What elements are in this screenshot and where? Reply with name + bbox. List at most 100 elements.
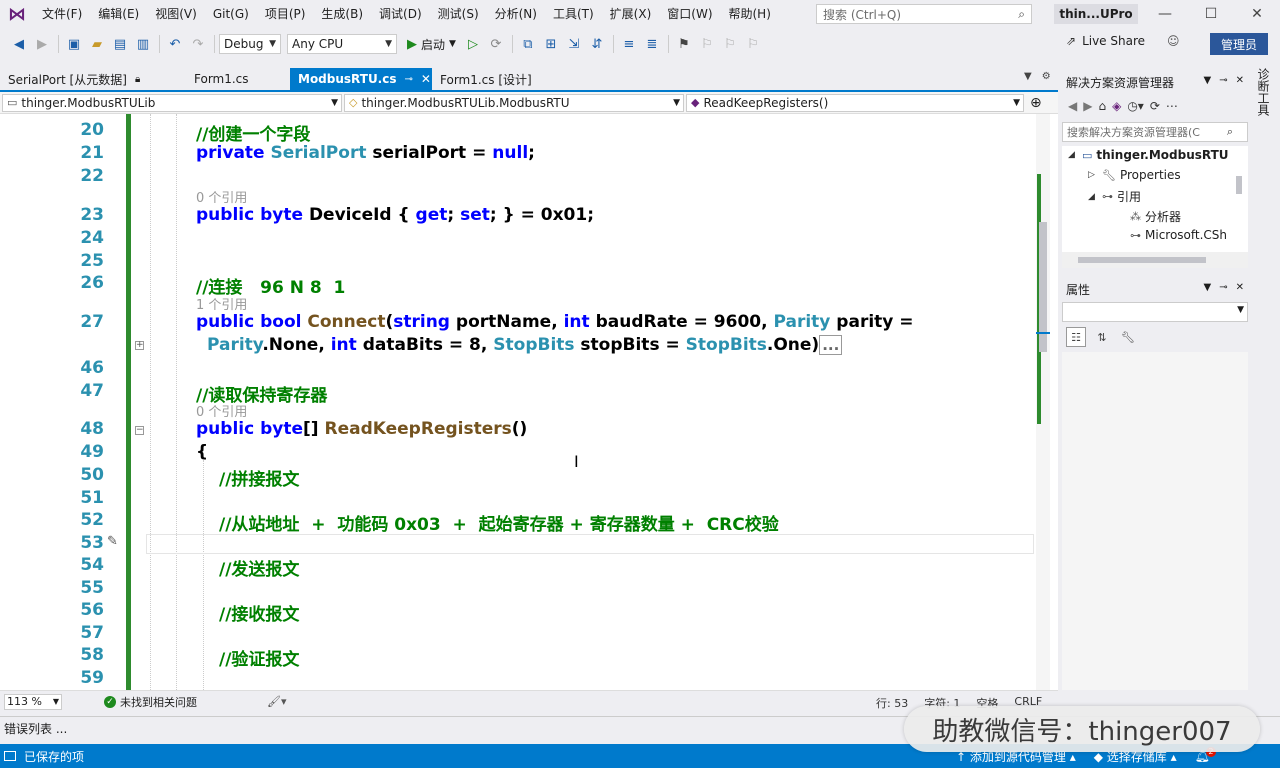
project-dropdown[interactable]: ▭ thinger.ModbusRTULib ▼ — [2, 93, 342, 112]
tab-serialport[interactable]: SerialPort [从元数据] 🔒︎ — [0, 68, 186, 90]
tab-form1-designer[interactable]: Form1.cs [设计] — [432, 68, 562, 90]
feedback-icon[interactable]: ☺ — [1167, 34, 1180, 48]
tree-item-references[interactable]: ◢ ⊶ 引用 — [1088, 188, 1141, 205]
navigate-forward-icon[interactable]: ▶ — [31, 33, 53, 55]
switch-views-icon[interactable]: ◈ — [1112, 99, 1121, 113]
refresh-icon[interactable]: ⟳ — [1150, 99, 1160, 113]
home-icon[interactable]: ⌂ — [1098, 99, 1106, 113]
open-folder-icon[interactable]: ▰ — [86, 33, 108, 55]
close-icon[interactable]: ✕ — [1234, 0, 1280, 28]
tree-item-project[interactable]: ◢ ▭ thinger.ModbusRTU — [1068, 148, 1229, 162]
configuration-select[interactable]: Debug ▼ — [219, 34, 281, 54]
pin-icon[interactable]: ⊸ — [1219, 282, 1227, 293]
menu-file[interactable]: 文件(F) — [34, 0, 90, 28]
maximize-icon[interactable]: ☐ — [1188, 0, 1234, 28]
gear-icon[interactable]: ⚙ — [1042, 71, 1051, 82]
platform-select[interactable]: Any CPU ▼ — [287, 34, 397, 54]
step-icon[interactable]: ⇲ — [563, 33, 585, 55]
next-bookmark-icon[interactable]: ⚐ — [719, 33, 741, 55]
diagnostic-tools-tab[interactable]: 诊断工具 — [1256, 68, 1272, 128]
zoom-select[interactable]: 113 % ▼ — [4, 693, 62, 710]
codelens-references[interactable]: 0 个引用 — [196, 187, 247, 206]
chevron-down-icon[interactable]: ▼ — [1204, 282, 1212, 293]
undo-icon[interactable]: ↶ — [164, 33, 186, 55]
start-without-debug-icon[interactable]: ▷ — [462, 33, 484, 55]
scrollbar-thumb[interactable] — [1078, 257, 1206, 263]
property-pages-icon[interactable]: 🔧︎ — [1118, 327, 1138, 347]
codelens-references[interactable]: 0 个引用 — [196, 401, 247, 420]
collapse-icon[interactable]: ◢ — [1088, 192, 1102, 202]
expand-icon[interactable]: + — [135, 341, 144, 350]
bookmark-icon[interactable]: ⚑ — [673, 33, 695, 55]
menu-edit[interactable]: 编辑(E) — [90, 0, 147, 28]
new-project-icon[interactable]: ▣ — [63, 33, 85, 55]
issues-indicator[interactable]: ✓ 未找到相关问题 — [104, 694, 197, 710]
code-editor[interactable]: 20 21 22 23 24 25 26 27 46 47 48 49 50 5… — [0, 114, 1058, 690]
save-icon[interactable]: ▤ — [109, 33, 131, 55]
menu-build[interactable]: 生成(B) — [313, 0, 371, 28]
tab-modbusrtu[interactable]: ModbusRTU.cs ⊸ ✕ — [290, 68, 432, 90]
back-icon[interactable]: ◀ — [1068, 99, 1077, 113]
comment-icon[interactable]: ≡ — [618, 33, 640, 55]
history-icon[interactable]: ◷▾ — [1127, 99, 1144, 113]
collapsed-region[interactable]: ... — [819, 335, 843, 355]
solution-search-input[interactable]: 搜索解决方案资源管理器(C ⌕ — [1062, 122, 1248, 142]
tab-label: Form1.cs [设计] — [440, 72, 532, 87]
menu-git[interactable]: Git(G) — [205, 0, 257, 28]
menu-analyze[interactable]: 分析(N) — [487, 0, 545, 28]
editor-scrollbar[interactable] — [1036, 114, 1050, 690]
class-dropdown[interactable]: ◇ thinger.ModbusRTULib.ModbusRTU ▼ — [344, 93, 684, 112]
tab-form1[interactable]: Form1.cs — [186, 68, 290, 90]
layout-icon[interactable]: ⊞ — [540, 33, 562, 55]
close-icon[interactable]: ✕ — [421, 72, 431, 86]
start-debug-button[interactable]: ▶ 启动 ▼ — [407, 36, 456, 53]
menu-extensions[interactable]: 扩展(X) — [602, 0, 660, 28]
clear-bookmarks-icon[interactable]: ⚐ — [742, 33, 764, 55]
tree-scrollbar-thumb[interactable] — [1236, 176, 1242, 194]
collapse-icon[interactable]: ◢ — [1068, 150, 1082, 160]
tree-item-analyzers[interactable]: ⁂ 分析器 — [1116, 208, 1181, 225]
pin-icon[interactable]: ⊸ — [1219, 75, 1227, 86]
menu-window[interactable]: 窗口(W) — [659, 0, 720, 28]
prev-bookmark-icon[interactable]: ⚐ — [696, 33, 718, 55]
align-icon[interactable]: ⇵ — [586, 33, 608, 55]
menu-view[interactable]: 视图(V) — [147, 0, 205, 28]
browser-link-icon[interactable]: ⧉ — [517, 33, 539, 55]
member-dropdown[interactable]: ◆ ReadKeepRegisters() ▼ — [686, 93, 1024, 112]
close-icon[interactable]: ✕ — [1236, 282, 1244, 293]
properties-header: 属性 ▼ ⊸ ✕ — [1062, 279, 1248, 299]
expand-icon[interactable]: ▷ — [1088, 170, 1102, 180]
search-input[interactable]: 搜索 (Ctrl+Q) ⌕ — [816, 4, 1032, 24]
toolbar-separator — [667, 35, 669, 53]
collapse-icon[interactable]: − — [135, 426, 144, 435]
categorized-icon[interactable]: ☷ — [1066, 327, 1086, 347]
navigate-back-icon[interactable]: ◀ — [8, 33, 30, 55]
pin-icon[interactable]: ⊸ — [405, 74, 413, 85]
close-icon[interactable]: ✕ — [1236, 75, 1244, 86]
live-share-button[interactable]: ⇗ Live Share ☺ — [1066, 34, 1180, 48]
chevron-down-icon[interactable]: ▼ — [1204, 75, 1212, 86]
tree-item-properties[interactable]: ▷ 🔧︎ Properties — [1088, 168, 1181, 182]
tree-horizontal-scrollbar[interactable] — [1062, 252, 1248, 268]
alphabetical-icon[interactable]: ⇅ — [1092, 327, 1112, 347]
brush-icon[interactable]: 🖌︎▾ — [267, 695, 287, 708]
codelens-references[interactable]: 1 个引用 — [196, 294, 247, 313]
minimize-icon[interactable]: — — [1142, 0, 1188, 28]
menu-help[interactable]: 帮助(H) — [721, 0, 779, 28]
line-number: 48 — [80, 419, 104, 439]
save-all-icon[interactable]: ▥ — [132, 33, 154, 55]
split-editor-icon[interactable]: ⊕ — [1030, 95, 1042, 111]
menu-tools[interactable]: 工具(T) — [545, 0, 602, 28]
menu-debug[interactable]: 调试(D) — [371, 0, 430, 28]
menu-project[interactable]: 项目(P) — [257, 0, 314, 28]
chevron-down-icon[interactable]: ▼ — [1024, 71, 1032, 82]
uncomment-icon[interactable]: ≣ — [641, 33, 663, 55]
menu-test[interactable]: 测试(S) — [430, 0, 487, 28]
quick-actions-icon[interactable]: ✎ — [107, 534, 118, 549]
hot-reload-icon[interactable]: ⟳ — [485, 33, 507, 55]
more-icon[interactable]: ⋯ — [1166, 99, 1178, 113]
redo-icon[interactable]: ↷ — [187, 33, 209, 55]
properties-object-select[interactable]: ▼ — [1062, 302, 1248, 322]
forward-icon[interactable]: ▶ — [1083, 99, 1092, 113]
tree-item-microsoft-csharp[interactable]: ⊶ Microsoft.CSh — [1116, 228, 1227, 242]
